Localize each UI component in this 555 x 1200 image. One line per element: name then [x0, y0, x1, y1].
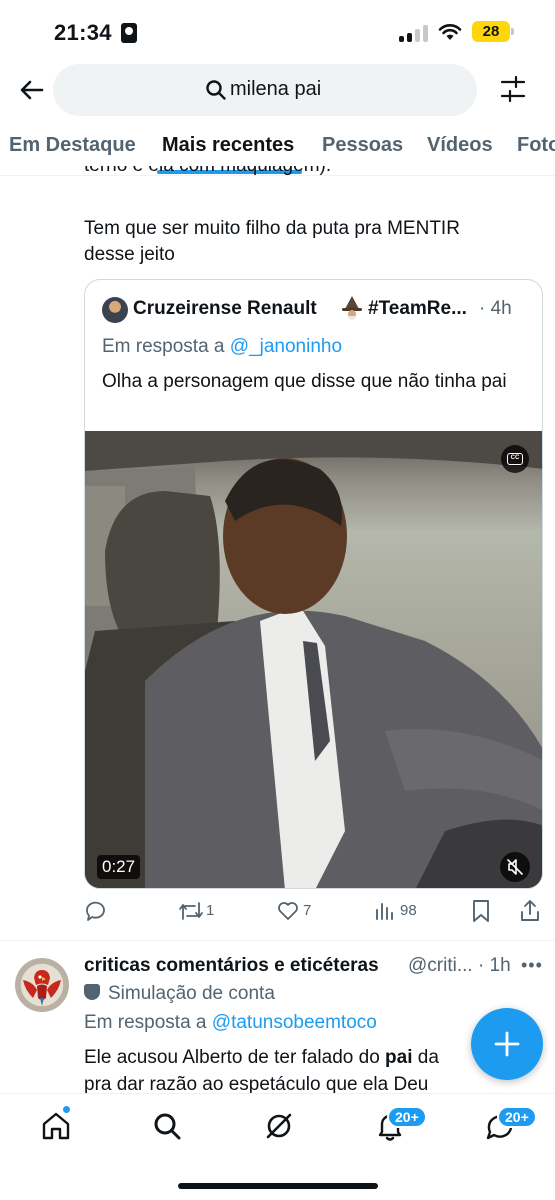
back-arrow-icon[interactable] [16, 74, 48, 106]
parrot-avatar-image [23, 970, 61, 1006]
reply-icon [86, 901, 105, 921]
views-chart-icon [376, 903, 393, 920]
search-header: milena pai [0, 62, 555, 118]
tab-em-destaque[interactable]: Em Destaque [9, 134, 136, 157]
tab-fotos[interactable]: Fotos [517, 134, 555, 157]
avatar[interactable] [102, 297, 128, 323]
tweet-text-line-2: desse jeito [84, 244, 175, 265]
tweet-text-highlight: pai [385, 1047, 413, 1068]
more-options-icon[interactable]: ••• [521, 955, 543, 976]
tweet-text-line-2: pra dar razão ao espetáculo que ela Deu [84, 1074, 429, 1095]
video-frame [85, 431, 542, 888]
tab-pessoas[interactable]: Pessoas [322, 134, 403, 157]
views-button[interactable]: 98 [374, 897, 434, 925]
search-icon [206, 80, 226, 100]
wizard-emoji-icon [342, 296, 362, 320]
signal-icon [399, 24, 429, 42]
retweet-count: 1 [206, 902, 215, 919]
tweet-text: Ele acusou Alberto de ter falado do pai … [84, 1044, 484, 1096]
reply-context: Em resposta a @tatunsobeemtoco [84, 1012, 377, 1034]
tweet-text-line-1: Tem que ser muito filho da puta pra MENT… [84, 218, 460, 239]
quote-author-name: Cruzeirense Renault [133, 298, 317, 319]
reply-prefix: Em resposta a [84, 1012, 212, 1033]
person-card-icon [121, 23, 137, 43]
tab-videos[interactable]: Vídeos [427, 134, 493, 157]
tweet-text-before: Ele acusou Alberto de ter falado do [84, 1047, 386, 1068]
reply-button[interactable] [84, 897, 114, 925]
mask-icon [84, 984, 100, 1000]
search-input[interactable]: milena pai [53, 64, 477, 116]
battery-level: 28 [482, 23, 500, 40]
bookmark-icon[interactable] [470, 897, 492, 925]
explore-search-icon[interactable] [151, 1110, 183, 1142]
status-bar: 21:34 28 [0, 0, 555, 62]
reply-handle-link[interactable]: @_janoninho [230, 336, 342, 357]
retweet-button[interactable]: 1 [178, 897, 228, 925]
quote-time: · 4h [479, 298, 512, 319]
battery-icon: 28 [472, 21, 510, 42]
home-icon[interactable] [40, 1110, 72, 1142]
mute-icon[interactable] [500, 852, 530, 882]
view-count: 98 [400, 902, 417, 919]
retweet-icon [179, 902, 203, 920]
reply-handle-link[interactable]: @tatunsobeemtoco [212, 1012, 377, 1033]
status-time: 21:34 [54, 20, 112, 45]
filter-icon[interactable] [499, 74, 527, 104]
grok-icon[interactable] [263, 1110, 295, 1142]
tweet-text-partial: terno e ela com maquiagem). [84, 166, 524, 176]
quote-reply-context: Em resposta a @_janoninho [102, 336, 342, 358]
tweet-actions: 1 7 98 [84, 897, 544, 927]
quote-author-tag: #TeamRe... [368, 298, 467, 319]
quoted-tweet[interactable]: Cruzeirense Renault #TeamRe... · 4h Em r… [84, 279, 543, 889]
quote-text: Olha a personagem que disse que não tinh… [102, 371, 507, 392]
like-button[interactable]: 7 [276, 897, 326, 925]
tweet-text-after: da [412, 1047, 439, 1068]
search-query: milena pai [230, 78, 322, 100]
home-indicator [178, 1183, 378, 1189]
reply-prefix: Em resposta a [102, 336, 230, 357]
tweet-divider [0, 940, 555, 941]
plus-icon [494, 1031, 520, 1057]
home-unread-dot [62, 1105, 71, 1114]
notifications-badge: 20+ [387, 1106, 427, 1128]
wifi-icon [438, 24, 462, 40]
like-count: 7 [303, 902, 312, 919]
battery-tip [511, 28, 514, 35]
messages-badge: 20+ [497, 1106, 537, 1128]
video-player[interactable]: CC 0:27 [85, 431, 542, 888]
compose-button[interactable] [471, 1008, 543, 1080]
video-duration: 0:27 [97, 855, 141, 879]
avatar[interactable] [15, 958, 69, 1012]
parody-label-text: Simulação de conta [108, 983, 275, 1004]
heart-icon [278, 902, 298, 920]
share-icon[interactable] [518, 897, 542, 925]
tweet-author-name: criticas comentários e eticéteras [84, 955, 379, 976]
tab-mais-recentes[interactable]: Mais recentes [162, 134, 294, 157]
tweet-handle-time: @criti... · 1h [408, 955, 511, 976]
tweet-text: Tem que ser muito filho da puta pra MENT… [84, 216, 524, 268]
parody-label: Simulação de conta [84, 983, 275, 1005]
captions-icon[interactable]: CC [501, 445, 529, 473]
